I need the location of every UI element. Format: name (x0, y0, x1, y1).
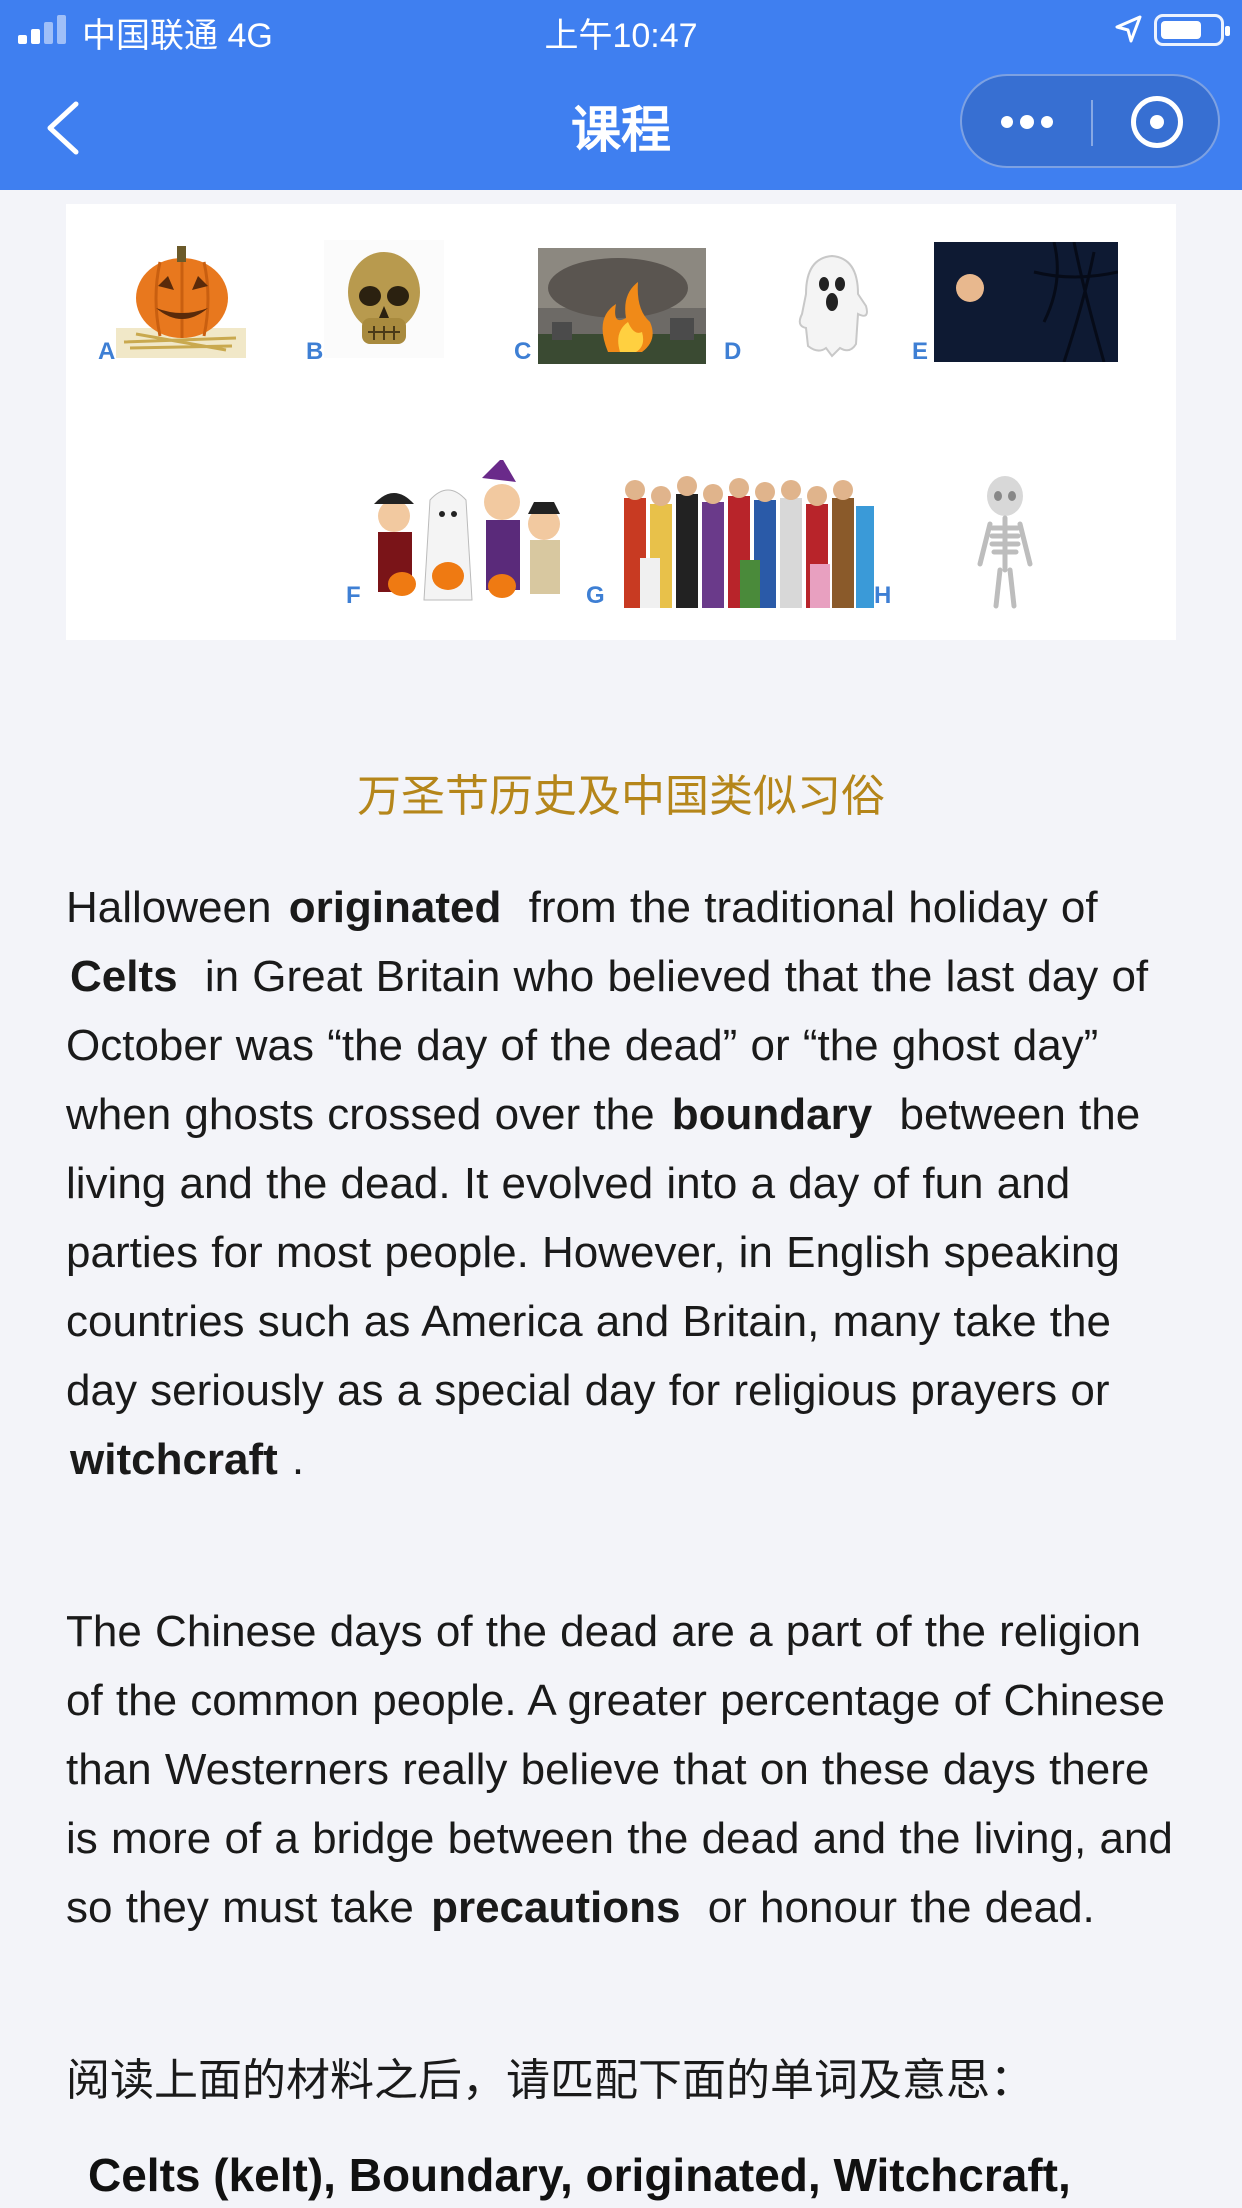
close-target-icon[interactable] (1093, 76, 1220, 166)
picture-label-f: F (346, 582, 361, 609)
location-arrow-icon (1115, 15, 1142, 43)
paragraph-halloween-origin: Halloween originated from the traditiona… (66, 873, 1186, 1494)
pumpkin-image (116, 246, 246, 358)
p2-text-2: or honour the dead. (707, 1883, 1095, 1932)
bonfire-image (538, 248, 706, 364)
navigation-bar: 课程 (0, 58, 1242, 190)
picture-label-c: C (514, 338, 532, 365)
picture-label-b: B (306, 338, 324, 365)
halloween-picture-card: A B C D E F G H (66, 204, 1176, 640)
vocabulary-word-list: Celts (kelt), Boundary, originated, Witc… (88, 2149, 1071, 2201)
p1-text-5: . (291, 1435, 305, 1484)
skull-image (324, 240, 444, 358)
keyword-precautions: precautions (431, 1883, 681, 1932)
top-bar: 中国联通 4G 上午10:47 课程 (0, 0, 1242, 190)
full-moon-image (934, 242, 1118, 362)
skeleton-image (977, 476, 1033, 609)
keyword-celts: Celts (70, 952, 178, 1001)
picture-label-d: D (724, 338, 742, 365)
p1-text-2: from the traditional holiday of (528, 883, 1098, 932)
status-time: 上午10:47 (544, 17, 698, 55)
costume-crowd-image (624, 476, 874, 608)
p1-text-1: Halloween (66, 883, 272, 932)
status-indicators (1114, 10, 1230, 48)
status-bar: 中国联通 4G 上午10:47 (0, 0, 1242, 58)
more-dots-icon[interactable] (962, 76, 1091, 166)
picture-label-a: A (98, 338, 116, 365)
keyword-originated: originated (288, 883, 502, 932)
keyword-boundary: boundary (671, 1090, 873, 1139)
picture-label-g: G (586, 582, 605, 609)
picture-label-h: H (874, 582, 892, 609)
paragraph-chinese-customs: The Chinese days of the dead are a part … (66, 1597, 1186, 1942)
section-title: 万圣节历史及中国类似习俗 (357, 772, 885, 821)
keyword-witchcraft: witchcraft (70, 1435, 278, 1484)
mini-program-capsule (960, 74, 1220, 168)
ghost-image (798, 254, 868, 358)
picture-label-e: E (912, 338, 929, 365)
matching-instruction: 阅读上面的材料之后，请匹配下面的单词及意思： (66, 2056, 1034, 2105)
battery-icon (1154, 14, 1230, 46)
trick-or-treat-kids-image (374, 460, 560, 601)
